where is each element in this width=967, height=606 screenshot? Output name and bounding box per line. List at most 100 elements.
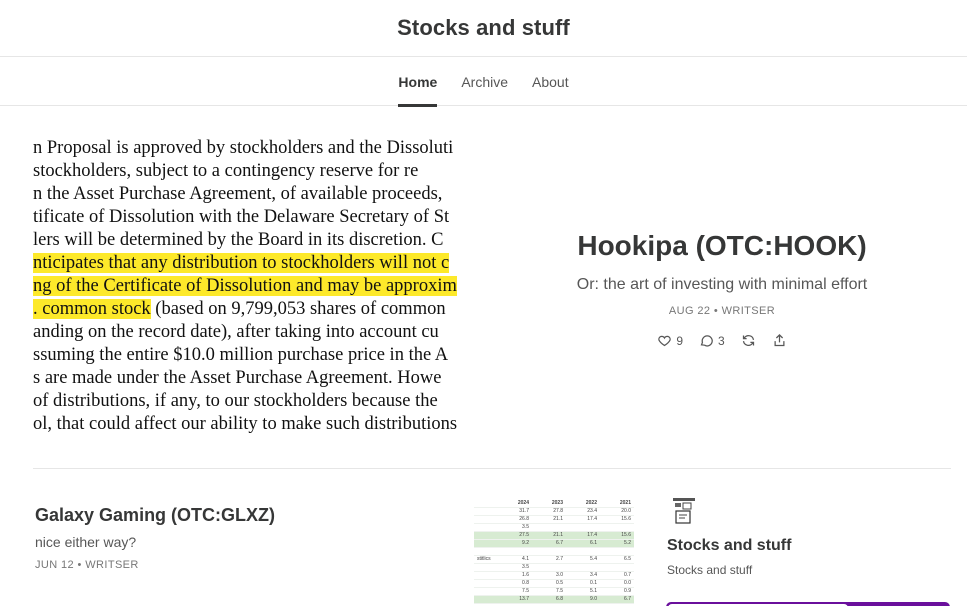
like-count: 9 [676, 333, 683, 348]
highlighted-text: ng of the Certificate of Dissolution and… [33, 276, 457, 296]
thumbnail-cell: 27.5 [498, 531, 532, 541]
thumbnail-cell: 5.2 [600, 539, 634, 549]
site-title[interactable]: Stocks and stuff [397, 15, 570, 41]
thumbnail-row: 1.6 3.0 3.4 0.7 [474, 571, 634, 580]
thumbnail-header-row: 2024 2023 2022 2021 [474, 500, 634, 509]
share-icon [774, 333, 785, 347]
tab-home[interactable]: Home [386, 57, 449, 107]
thumbnail-header-cell: 2024 [498, 500, 532, 509]
thumbnail-cell: 17.4 [566, 531, 600, 541]
thumbnail-cell: 1.6 [498, 571, 532, 580]
comment-button[interactable]: 3 [699, 333, 725, 348]
document-text-line: n the Asset Purchase Agreement, of avail… [33, 184, 443, 204]
thumbnail-header-cell: 2022 [566, 500, 600, 509]
thumbnail-cell: 15.6 [600, 515, 634, 525]
document-text: (based on 9,799,053 shares of common [150, 299, 446, 319]
post-thumbnail[interactable]: 2024 2023 2022 2021 31.7 27.8 23.4 20.0 26.8 21.1… [474, 500, 634, 606]
featured-post-image[interactable]: n Proposal is approved by stockholders a… [33, 130, 494, 440]
post-title[interactable]: Galaxy Gaming (OTC:GLXZ) [35, 505, 275, 526]
thumbnail-cell [600, 523, 634, 533]
thumbnail-cell: 27.8 [532, 507, 566, 517]
thumbnail-cell [474, 587, 498, 596]
thumbnail-cell [600, 547, 634, 556]
post-meta: JUN 12 • WRITSER [35, 559, 139, 571]
thumbnail-cell: 0.9 [600, 587, 634, 596]
thumbnail-cell [474, 595, 498, 604]
thumbnail-cell [474, 539, 498, 549]
tab-archive[interactable]: Archive [449, 57, 520, 106]
thumbnail-row: 0.8 0.5 0.1 0.0 [474, 579, 634, 588]
document-text-line: s are made under the Asset Purchase Agre… [33, 368, 442, 388]
sidebar-description: Stocks and stuff [667, 563, 753, 577]
thumbnail-cell: 6.8 [532, 595, 566, 604]
thumbnail-cell: 9.2 [498, 539, 532, 549]
thumbnail-cell: 7.5 [532, 587, 566, 596]
thumbnail-header-cell: 2023 [532, 500, 566, 509]
thumbnail-cell: 2.7 [532, 555, 566, 564]
document-text-line: lers will be determined by the Board in … [33, 230, 444, 250]
thumbnail-cell [566, 547, 600, 556]
thumbnail-cell: stitlics [474, 555, 498, 564]
thumbnail-row: 7.5 7.5 5.1 0.9 [474, 587, 634, 596]
thumbnail-cell: 0.0 [600, 579, 634, 588]
thumbnail-cell: 21.1 [532, 515, 566, 525]
thumbnail-cell [474, 515, 498, 525]
thumbnail-cell: 15.6 [600, 531, 634, 541]
thumbnail-row: 3.5 [474, 563, 634, 572]
thumbnail-row [474, 547, 634, 556]
thumbnail-cell: 31.7 [498, 507, 532, 517]
share-button[interactable] [772, 333, 787, 348]
thumbnail-cell: 23.4 [566, 507, 600, 517]
thumbnail-cell: 0.7 [600, 571, 634, 580]
featured-post-subtitle: Or: the art of investing with minimal ef… [576, 276, 868, 293]
thumbnail-cell [532, 547, 566, 556]
thumbnail-cell: 6.1 [566, 539, 600, 549]
thumbnail-cell: 13.7 [498, 595, 532, 604]
thumbnail-cell: 3.0 [532, 571, 566, 580]
restack-button[interactable] [741, 333, 756, 348]
thumbnail-cell [474, 523, 498, 533]
thumbnail-row: 31.7 27.8 23.4 20.0 [474, 507, 634, 517]
thumbnail-cell: 5.1 [566, 587, 600, 596]
thumbnail-cell [474, 563, 498, 572]
document-text-line: . common stock (based on 9,799,053 share… [33, 298, 446, 321]
heart-icon [658, 335, 672, 347]
featured-post-meta: AUG 22 • WRITSER [668, 305, 776, 317]
document-text-line: nticipates that any distribution to stoc… [33, 252, 450, 275]
thumbnail-cell: 6.7 [532, 539, 566, 549]
highlighted-text: nticipates that any distribution to stoc… [33, 253, 450, 273]
document-text-line: of distributions, if any, to our stockho… [33, 391, 438, 411]
highlighted-text: . common stock [33, 299, 151, 319]
nav-bar: Home Archive About [0, 57, 967, 107]
divider [33, 468, 951, 469]
thumbnail-cell: 3.4 [566, 571, 600, 580]
subscribe-form[interactable] [666, 602, 950, 606]
thumbnail-cell [498, 547, 532, 556]
tab-about[interactable]: About [520, 57, 581, 106]
thumbnail-cell [566, 523, 600, 533]
sidebar-title[interactable]: Stocks and stuff [667, 537, 791, 555]
comment-count: 3 [718, 333, 725, 348]
featured-post-title[interactable]: Hookipa (OTC:HOOK) [500, 230, 944, 262]
like-button[interactable]: 9 [657, 333, 683, 348]
thumbnail-header-cell [474, 500, 498, 509]
site-header: Stocks and stuff [0, 0, 967, 57]
thumbnail-table: 2024 2023 2022 2021 31.7 27.8 23.4 20.0 26.8 21.1… [474, 500, 634, 604]
thumbnail-cell: 20.0 [600, 507, 634, 517]
featured-post: Hookipa (OTC:HOOK) Or: the art of invest… [500, 230, 944, 348]
thumbnail-cell: 3.5 [498, 563, 532, 572]
thumbnail-row: 13.7 6.8 9.0 6.7 [474, 595, 634, 604]
thumbnail-cell: 6.7 [600, 595, 634, 604]
thumbnail-cell [474, 507, 498, 517]
thumbnail-cell: 3.5 [498, 523, 532, 533]
thumbnail-cell [532, 523, 566, 533]
thumbnail-row: 9.2 6.7 6.1 5.2 [474, 539, 634, 549]
thumbnail-cell [600, 563, 634, 572]
publication-logo[interactable] [672, 497, 696, 525]
thumbnail-cell: 21.1 [532, 531, 566, 541]
thumbnail-cell [532, 563, 566, 572]
thumbnail-row: 3.5 [474, 523, 634, 533]
post-actions: 9 3 [500, 333, 944, 348]
thumbnail-row: stitlics 4.1 2.7 5.4 6.5 [474, 555, 634, 564]
thumbnail-cell: 0.8 [498, 579, 532, 588]
